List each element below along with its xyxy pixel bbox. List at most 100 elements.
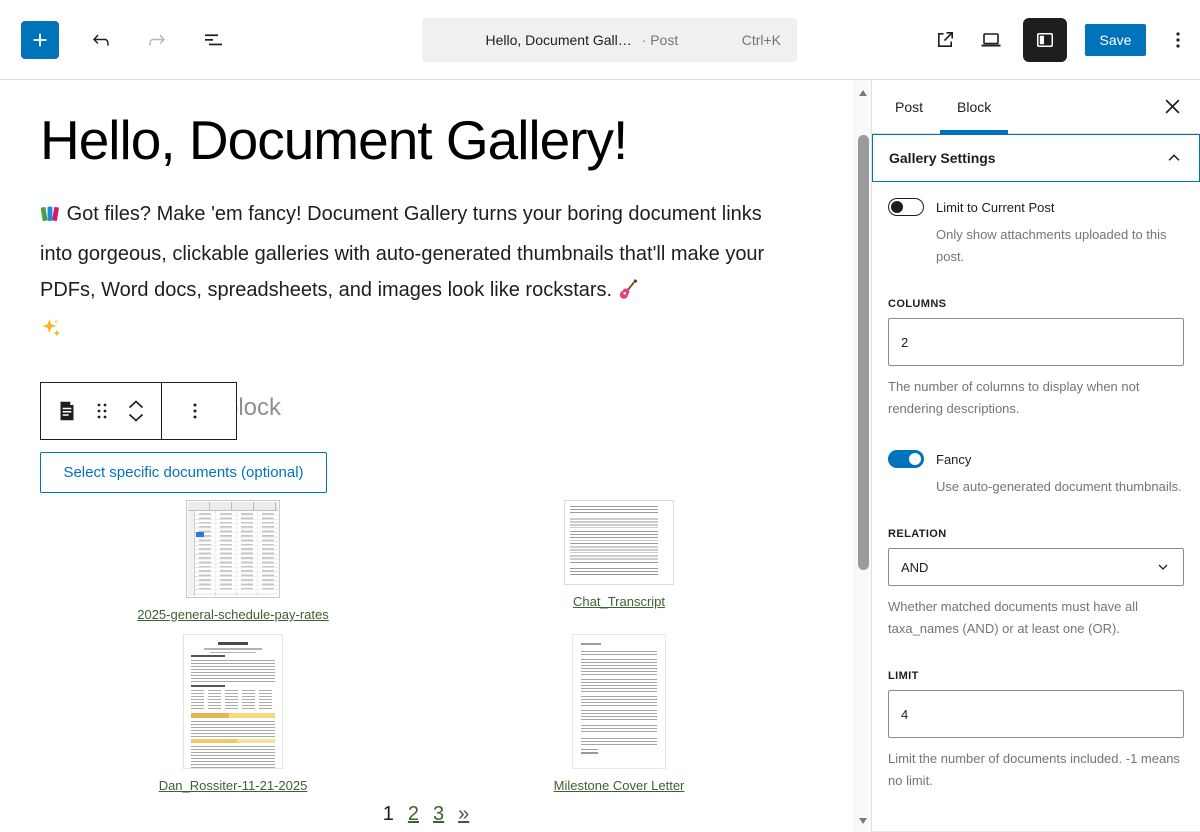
pagination-page-link[interactable]: 3 (433, 803, 444, 825)
limit-current-post-toggle[interactable] (888, 198, 924, 216)
fancy-toggle[interactable] (888, 450, 924, 468)
sparkles-emoji (40, 317, 62, 344)
gallery-item: 2025-general-schedule-pay-rates (137, 500, 329, 622)
scrollbar-down-arrow[interactable] (859, 818, 867, 824)
redo-icon (145, 28, 169, 52)
document-gallery-block: Document Gallery block (40, 382, 854, 440)
scrollbar-up-arrow[interactable] (859, 90, 867, 96)
block-mover[interactable] (115, 388, 157, 434)
limit-label: LIMIT (888, 670, 1184, 682)
document-link[interactable]: Milestone Cover Letter (554, 778, 685, 793)
intro-paragraph[interactable]: Got files? Make 'em fancy! Document Gall… (40, 196, 788, 312)
settings-sidebar: Post Block Gallery Settings Limit to Cur… (871, 80, 1200, 832)
canvas-scrollbar (854, 80, 871, 832)
tab-post[interactable]: Post (878, 80, 940, 133)
scrollbar-thumb[interactable] (858, 135, 869, 570)
columns-input[interactable] (888, 318, 1184, 366)
close-icon (1164, 98, 1181, 115)
pagination-page-link[interactable]: 2 (408, 803, 419, 825)
intro-text: Got files? Make 'em fancy! Document Gall… (40, 203, 764, 301)
chevron-down-icon (1155, 559, 1171, 575)
editor-main: Hello, Document Gallery! Got files? Make… (0, 80, 1200, 832)
laptop-icon (978, 28, 1004, 52)
drag-dots-icon (93, 400, 111, 422)
view-post-button[interactable] (931, 26, 959, 54)
post-title[interactable]: Hello, Document Gallery! (40, 108, 854, 172)
tab-block[interactable]: Block (940, 80, 1008, 133)
control-help-text: The number of columns to display when no… (888, 376, 1184, 420)
options-menu-button[interactable] (1164, 26, 1192, 54)
document-link[interactable]: Dan_Rossiter-11-21-2025 (159, 778, 308, 793)
kebab-menu-icon (1166, 28, 1190, 52)
toggle-label: Limit to Current Post (936, 200, 1055, 215)
document-block-icon (54, 398, 80, 424)
spreadsheet-selected-cell (196, 532, 204, 537)
topbar-left-tools (21, 21, 227, 59)
move-down-icon (127, 412, 145, 423)
pagination-current-page: 1 (383, 803, 394, 825)
text-lines-ink (570, 506, 668, 579)
document-overview-button[interactable] (199, 26, 227, 54)
spreadsheet-rownum-column (188, 511, 195, 596)
kebab-menu-icon (183, 399, 207, 423)
document-bar-text: Hello, Document Gall… · Post (422, 32, 742, 48)
list-view-icon (201, 28, 225, 52)
block-toolbar-options-group (161, 383, 228, 439)
fancy-control: Fancy Use auto-generated document thumbn… (888, 450, 1184, 498)
letter-date-line (581, 643, 601, 645)
document-bar-type: · Post (642, 32, 679, 48)
chevron-up-icon (1165, 149, 1183, 167)
pagination-next-link[interactable]: » (458, 803, 469, 825)
document-link[interactable]: Chat_Transcript (573, 594, 665, 609)
block-inserter-button[interactable] (21, 21, 59, 59)
spreadsheet-thumbnail[interactable] (186, 500, 280, 598)
resume-thumbnail[interactable] (183, 634, 283, 769)
panel-title: Gallery Settings (889, 150, 996, 166)
gallery-item: Chat_Transcript (564, 500, 674, 609)
settings-sidebar-toggle[interactable] (1023, 18, 1067, 62)
undo-button[interactable] (87, 26, 115, 54)
relation-selected-value: AND (901, 560, 928, 575)
columns-control: COLUMNS The number of columns to display… (888, 298, 1184, 420)
limit-control: LIMIT Limit the number of documents incl… (888, 670, 1184, 792)
resume-highlight-bar (191, 739, 275, 744)
text-document-thumbnail[interactable] (564, 500, 674, 585)
document-bar-title: Hello, Document Gall… (485, 32, 631, 48)
control-help-text: Limit the number of documents included. … (888, 748, 1184, 792)
redo-button[interactable] (143, 26, 171, 54)
block-toolbar (40, 382, 237, 440)
save-button[interactable]: Save (1085, 24, 1146, 56)
control-help-text: Whether matched documents must have all … (888, 596, 1184, 640)
control-help-text: Use auto-generated document thumbnails. (936, 476, 1184, 498)
sidebar-tabs: Post Block (872, 80, 1200, 134)
columns-label: COLUMNS (888, 298, 1184, 310)
gallery-settings-panel: Limit to Current Post Only show attachme… (872, 182, 1200, 832)
gallery-item: Milestone Cover Letter (554, 634, 685, 793)
spreadsheet-data-ink (199, 513, 275, 592)
close-sidebar-button[interactable] (1158, 93, 1186, 121)
intro-paragraph-line2[interactable] (40, 312, 854, 348)
preview-button[interactable] (977, 26, 1005, 54)
select-documents-button[interactable]: Select specific documents (optional) (40, 452, 327, 493)
relation-control: RELATION AND Whether matched documents m… (888, 528, 1184, 640)
wordpress-editor: Hello, Document Gall… · Post Ctrl+K Save (0, 0, 1200, 832)
block-type-button[interactable] (45, 388, 89, 434)
limit-input[interactable] (888, 690, 1184, 738)
external-link-icon (933, 28, 957, 52)
document-command-bar[interactable]: Hello, Document Gall… · Post Ctrl+K (422, 18, 797, 62)
sidebar-panel-icon (1033, 28, 1057, 52)
drag-handle[interactable] (89, 388, 115, 434)
gallery-settings-panel-toggle[interactable]: Gallery Settings (872, 134, 1200, 182)
gallery-pagination: 123 » (40, 803, 812, 826)
editor-topbar: Hello, Document Gall… · Post Ctrl+K Save (0, 0, 1200, 80)
editor-canvas: Hello, Document Gallery! Got files? Make… (0, 80, 854, 832)
resume-highlight-bar (191, 713, 275, 718)
block-options-button[interactable] (166, 388, 224, 434)
letter-thumbnail[interactable] (572, 634, 666, 769)
toggle-label: Fancy (936, 452, 971, 467)
relation-select[interactable]: AND (888, 548, 1184, 586)
gallery-item: Dan_Rossiter-11-21-2025 (159, 634, 308, 793)
limit-current-post-control: Limit to Current Post Only show attachme… (888, 198, 1184, 268)
guitar-emoji (618, 276, 639, 312)
document-link[interactable]: 2025-general-schedule-pay-rates (137, 607, 329, 622)
